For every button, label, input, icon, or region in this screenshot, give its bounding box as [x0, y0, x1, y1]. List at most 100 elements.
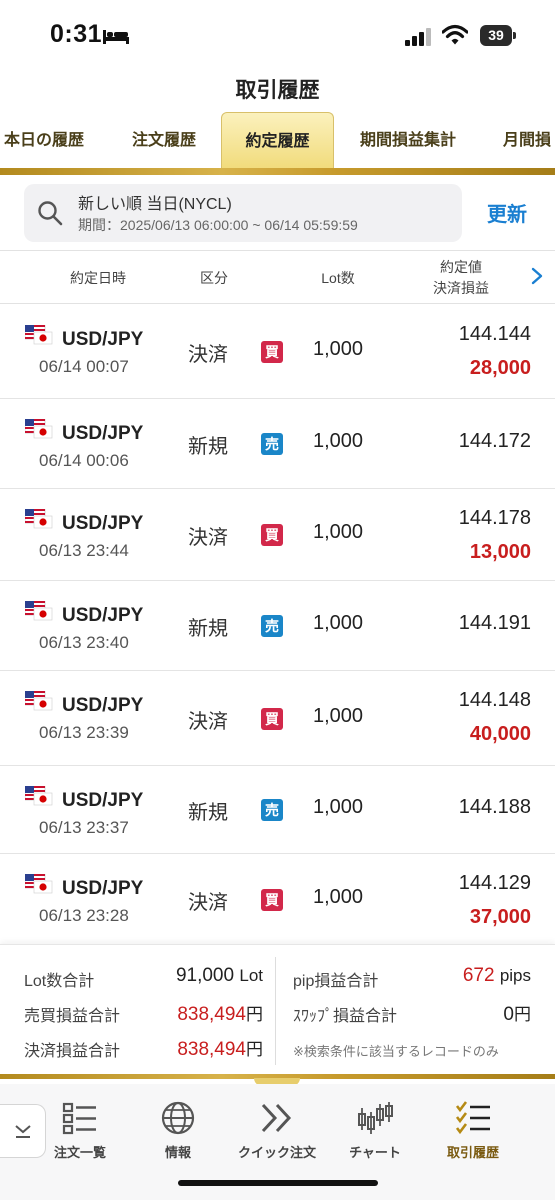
execution-price: 144.129 — [458, 872, 531, 894]
trade-type: 決済 — [188, 344, 228, 366]
settle-pl-value: 838,494 — [177, 1039, 246, 1060]
execution-price: 144.148 — [458, 689, 531, 711]
search-period: 期間：2025/06/13 06:00:00 ~ 06/14 05:59:59 — [78, 217, 358, 233]
buy-badge: 買 — [261, 341, 283, 363]
nav-info[interactable]: 情報 — [128, 1100, 228, 1170]
sell-badge: 売 — [261, 799, 283, 821]
table-header: 約定日時 区分 Lot数 約定値 決済損益 — [0, 250, 555, 304]
lot-total-unit: Lot — [239, 966, 263, 985]
tabs-underline — [0, 168, 555, 175]
us-jp-flag-icon — [25, 601, 53, 621]
currency-pair: USD/JPY — [62, 695, 144, 716]
trade-time: 06/13 23:40 — [39, 633, 129, 652]
trade-type: 新規 — [188, 618, 228, 640]
tab-monthly-pl[interactable]: 月間損 — [503, 112, 555, 170]
battery-icon: 39 — [480, 25, 516, 46]
trade-pl-label: 売買損益合計 — [24, 1008, 121, 1025]
chevron-right-icon[interactable] — [531, 267, 543, 285]
trade-time: 06/13 23:44 — [39, 541, 129, 560]
nav-trade-history-label: 取引履歴 — [446, 1145, 499, 1160]
swap-total: 0円 — [503, 1000, 531, 1026]
status-bar: 0:31 39 — [0, 0, 555, 70]
us-jp-flag-icon — [25, 874, 53, 894]
nav-order-list-label: 注文一覧 — [53, 1145, 106, 1160]
trade-time: 06/14 00:07 — [39, 357, 129, 376]
currency-pair: USD/JPY — [62, 513, 144, 534]
header-type: 区分 — [200, 270, 228, 286]
trade-pl-value: 838,494 — [177, 1004, 246, 1025]
settlement-pl: 13,000 — [469, 541, 531, 563]
trade-type: 新規 — [188, 802, 228, 824]
trade-time: 06/13 23:39 — [39, 723, 129, 742]
trade-lot: 1,000 — [313, 705, 364, 727]
trade-type: 決済 — [188, 711, 228, 733]
summary-divider — [275, 957, 276, 1065]
execution-price: 144.144 — [458, 323, 531, 345]
header-datetime: 約定日時 — [70, 270, 126, 286]
battery-level: 39 — [480, 25, 512, 46]
header-pl: 決済損益 — [433, 280, 489, 296]
tab-period-pl-summary[interactable]: 期間損益集計 — [349, 112, 467, 170]
nav-order-list[interactable]: 注文一覧 — [30, 1100, 130, 1170]
trade-row[interactable]: USD/JPY 06/13 23:37 新規 売 1,000 144.188 — [0, 766, 555, 854]
us-jp-flag-icon — [25, 509, 53, 529]
trade-lot: 1,000 — [313, 521, 364, 543]
search-icon — [38, 201, 63, 226]
nav-chart[interactable]: チャート — [325, 1100, 425, 1170]
tab-execution-history[interactable]: 約定履歴 — [221, 112, 334, 170]
execution-price: 144.188 — [458, 796, 531, 818]
home-indicator[interactable] — [178, 1180, 378, 1186]
buy-badge: 買 — [261, 708, 283, 730]
swap-total-value: 0 — [503, 1004, 514, 1025]
trade-time: 06/14 00:06 — [39, 451, 129, 470]
trade-list: USD/JPY 06/14 00:07 決済買 1,000 144.144 28,000 U… — [0, 305, 555, 945]
nav-quick-order[interactable]: クイック注文 — [227, 1100, 327, 1170]
trade-lot: 1,000 — [313, 338, 364, 360]
tab-bar: 本日の履歴 注文履歴 約定履歴 期間損益集計 月間損 — [0, 112, 555, 174]
execution-price: 144.191 — [458, 612, 531, 634]
us-jp-flag-icon — [25, 691, 53, 711]
us-jp-flag-icon — [25, 419, 53, 439]
sell-badge: 売 — [261, 433, 283, 455]
wifi-icon — [442, 24, 468, 45]
currency-pair: USD/JPY — [62, 605, 144, 626]
tab-today-history[interactable]: 本日の履歴 — [0, 112, 94, 170]
summary-note: ※検索条件に該当するレコードのみ — [293, 1044, 499, 1059]
tab-order-history[interactable]: 注文履歴 — [118, 112, 210, 170]
lot-total-value: 91,000 — [175, 965, 235, 986]
trade-row[interactable]: USD/JPY 06/13 23:39 決済 買 1,000 144.148 40,000 — [0, 671, 555, 766]
trade-pl: 838,494円 — [177, 1000, 263, 1026]
pip-total-value: 672 — [462, 965, 495, 986]
sell-badge: 売 — [261, 615, 283, 637]
execution-price: 144.178 — [458, 507, 531, 529]
trade-lot: 1,000 — [313, 430, 364, 452]
settle-pl-unit: 円 — [246, 1040, 263, 1059]
header-price: 約定値 — [440, 259, 482, 275]
trade-row[interactable]: USD/JPY 06/14 00:07 決済 買 1,000 144.144 28,000 — [0, 305, 555, 399]
lot-total-label: Lot数合計 — [24, 973, 95, 990]
nav-quick-order-label: クイック注文 — [237, 1145, 316, 1160]
buy-badge: 買 — [261, 524, 283, 546]
execution-price: 144.172 — [458, 430, 531, 452]
settlement-pl: 40,000 — [469, 723, 531, 745]
trade-row[interactable]: USD/JPY 06/13 23:44 決済 買 1,000 144.178 13,000 — [0, 489, 555, 581]
trade-row[interactable]: USD/JPY 06/14 00:06 新規 売 1,000 144.172 — [0, 399, 555, 489]
trade-row[interactable]: USD/JPY 06/13 23:28 決済 買 1,000 144.129 37,000 — [0, 854, 555, 945]
settlement-pl: 28,000 — [469, 357, 531, 379]
page-title: 取引履歴 — [235, 79, 320, 102]
settlement-pl: 37,000 — [469, 906, 531, 928]
settle-pl: 838,494円 — [177, 1035, 263, 1061]
trade-row[interactable]: USD/JPY 06/13 23:40 新規 売 1,000 144.191 — [0, 581, 555, 671]
bottom-nav: 注文一覧 情報 クイック注文 チャート 取引履歴 — [0, 1084, 555, 1200]
nav-chart-label: チャート — [349, 1145, 401, 1160]
search-conditions[interactable]: 新しい順 当日(NYCL) 期間：2025/06/13 06:00:00 ~ 0… — [24, 184, 462, 242]
trade-lot: 1,000 — [313, 612, 364, 634]
trade-lot: 1,000 — [313, 886, 364, 908]
swap-total-unit: 円 — [514, 1005, 531, 1024]
refresh-button[interactable]: 更新 — [487, 198, 527, 227]
globe-icon — [161, 1101, 195, 1135]
buy-badge: 買 — [261, 889, 283, 911]
status-time: 0:31 — [50, 20, 103, 48]
nav-trade-history[interactable]: 取引履歴 — [423, 1100, 523, 1170]
search-sort-condition: 新しい順 当日(NYCL) — [78, 196, 232, 213]
